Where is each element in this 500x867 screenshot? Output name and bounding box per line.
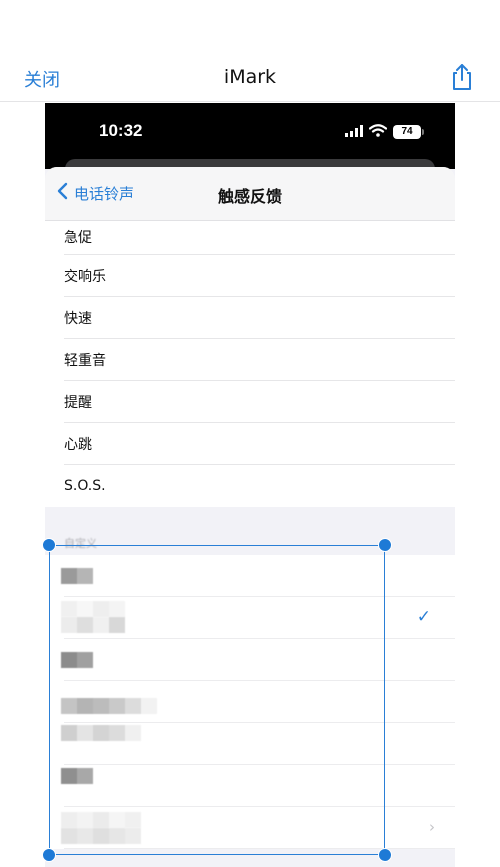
list-item-label: 心跳 bbox=[64, 437, 92, 453]
resize-handle-top-right[interactable] bbox=[378, 538, 392, 552]
list-item[interactable]: 轻重音 bbox=[45, 339, 455, 381]
redacted-text bbox=[61, 768, 93, 788]
chevron-right-icon: › bbox=[429, 818, 435, 836]
section-gap: 自定义 bbox=[45, 507, 455, 555]
list-item[interactable]: 急促 bbox=[45, 221, 455, 255]
list-item-label: 快速 bbox=[64, 311, 92, 327]
custom-item-redacted[interactable]: ✓ bbox=[45, 597, 455, 639]
list-item[interactable]: 提醒 bbox=[45, 381, 455, 423]
app-title: iMark bbox=[223, 65, 277, 88]
custom-item-redacted[interactable] bbox=[45, 639, 455, 681]
battery-indicator: 74 bbox=[393, 124, 424, 139]
app-header: 关闭 iMark bbox=[0, 52, 500, 102]
list-item-label: 轻重音 bbox=[64, 353, 106, 369]
status-time: 10:32 bbox=[99, 121, 143, 140]
list-item-label: 交响乐 bbox=[64, 269, 106, 285]
app-root: 关闭 iMark 10:32 74 电话铃声 触感反馈 急促 交响乐 快速 轻重… bbox=[0, 0, 500, 867]
resize-handle-top-left[interactable] bbox=[42, 538, 56, 552]
list-item-label: 急促 bbox=[64, 230, 92, 246]
list-item[interactable]: 心跳 bbox=[45, 423, 455, 465]
nav-title: 触感反馈 bbox=[217, 187, 282, 206]
resize-handle-bottom-left[interactable] bbox=[42, 848, 56, 862]
checkmark-icon: ✓ bbox=[416, 607, 431, 627]
list-item[interactable]: 快速 bbox=[45, 297, 455, 339]
list-item-label: S.O.S. bbox=[64, 478, 106, 494]
custom-list: ✓ › bbox=[45, 555, 455, 849]
redacted-text bbox=[61, 698, 157, 718]
resize-handle-bottom-right[interactable] bbox=[378, 848, 392, 862]
list-item[interactable]: 交响乐 bbox=[45, 255, 455, 297]
share-icon[interactable] bbox=[448, 62, 476, 92]
redacted-text bbox=[61, 725, 141, 745]
custom-item-redacted[interactable] bbox=[45, 681, 455, 723]
custom-item-redacted[interactable] bbox=[45, 723, 455, 765]
custom-item-redacted[interactable] bbox=[45, 555, 455, 597]
list-item-label: 提醒 bbox=[64, 395, 92, 411]
list-item[interactable]: S.O.S. bbox=[45, 465, 455, 507]
wifi-icon bbox=[368, 122, 388, 141]
status-icons: 74 bbox=[345, 122, 424, 141]
haptics-list: 急促 交响乐 快速 轻重音 提醒 心跳 S.O.S. bbox=[45, 221, 455, 507]
redacted-text bbox=[61, 568, 93, 588]
custom-item-redacted[interactable]: › bbox=[45, 807, 455, 849]
redacted-text bbox=[61, 828, 141, 848]
redacted-text bbox=[61, 617, 125, 637]
redacted-text bbox=[61, 652, 93, 672]
section-header: 自定义 bbox=[64, 537, 97, 550]
nav-bar: 电话铃声 触感反馈 bbox=[45, 167, 455, 221]
custom-item-redacted[interactable] bbox=[45, 765, 455, 807]
signal-icon bbox=[345, 122, 363, 141]
close-button[interactable]: 关闭 bbox=[24, 66, 60, 92]
haptics-sheet: 电话铃声 触感反馈 急促 交响乐 快速 轻重音 提醒 心跳 S.O.S. 自定义 bbox=[45, 167, 455, 867]
screenshot-image: 10:32 74 电话铃声 触感反馈 急促 交响乐 快速 轻重音 提醒 心跳 S… bbox=[45, 103, 455, 867]
